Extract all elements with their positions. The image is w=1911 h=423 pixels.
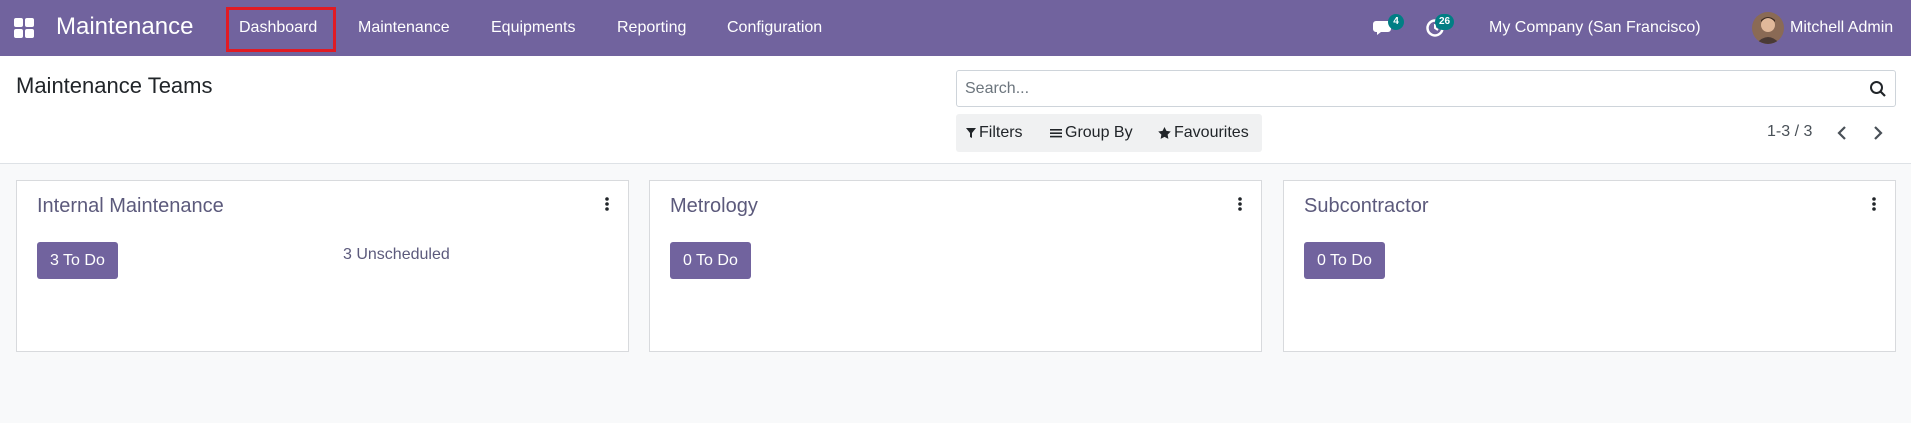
team-name[interactable]: Metrology	[670, 195, 758, 218]
bars-icon	[1050, 129, 1062, 138]
team-card[interactable]: Subcontractor 0 To Do	[1283, 180, 1896, 352]
app-title[interactable]: Maintenance	[56, 13, 193, 41]
menu-reporting[interactable]: Reporting	[617, 19, 686, 37]
group-by-button[interactable]: Group By	[1050, 124, 1133, 142]
todo-button[interactable]: 3 To Do	[37, 242, 118, 279]
pager-previous-icon[interactable]	[1833, 123, 1853, 143]
team-card[interactable]: Metrology 0 To Do	[649, 180, 1262, 352]
pager-value[interactable]: 1-3 / 3	[1767, 123, 1812, 141]
card-dropdown-icon[interactable]	[602, 196, 612, 212]
favourites-label: Favourites	[1174, 124, 1249, 141]
menu-equipments[interactable]: Equipments	[491, 19, 576, 37]
team-card[interactable]: Internal Maintenance 3 To Do 3 Unschedul…	[16, 180, 629, 352]
star-icon	[1158, 127, 1171, 139]
favourites-button[interactable]: Favourites	[1158, 124, 1249, 142]
activity-count-badge: 26	[1435, 14, 1455, 30]
unscheduled-link[interactable]: 3 Unscheduled	[343, 246, 450, 264]
group-by-label: Group By	[1065, 124, 1133, 141]
search-icon[interactable]	[1869, 80, 1887, 98]
team-name[interactable]: Internal Maintenance	[37, 195, 224, 218]
menu-configuration[interactable]: Configuration	[727, 19, 822, 37]
apps-menu-icon[interactable]	[14, 18, 34, 38]
filters-label: Filters	[979, 124, 1023, 141]
top-navbar: Maintenance Dashboard Maintenance Equipm…	[0, 0, 1911, 56]
company-switcher[interactable]: My Company (San Francisco)	[1489, 19, 1701, 37]
card-dropdown-icon[interactable]	[1869, 196, 1879, 212]
todo-button[interactable]: 0 To Do	[670, 242, 751, 279]
funnel-icon	[966, 128, 976, 138]
team-name[interactable]: Subcontractor	[1304, 195, 1429, 218]
todo-button[interactable]: 0 To Do	[1304, 242, 1385, 279]
chat-count-badge: 4	[1388, 14, 1404, 30]
menu-maintenance[interactable]: Maintenance	[358, 19, 450, 37]
page-title: Maintenance Teams	[16, 73, 213, 98]
pager-next-icon[interactable]	[1867, 123, 1887, 143]
search-input[interactable]	[965, 79, 1845, 99]
control-panel: Maintenance Teams Filters Group By Favou…	[0, 56, 1911, 164]
search-box[interactable]	[956, 70, 1896, 107]
filters-button[interactable]: Filters	[966, 124, 1023, 142]
user-avatar[interactable]	[1752, 12, 1784, 44]
search-options-bar: Filters Group By Favourites	[956, 114, 1262, 152]
menu-dashboard[interactable]: Dashboard	[239, 19, 317, 37]
card-dropdown-icon[interactable]	[1235, 196, 1245, 212]
user-menu[interactable]: Mitchell Admin	[1790, 19, 1893, 37]
